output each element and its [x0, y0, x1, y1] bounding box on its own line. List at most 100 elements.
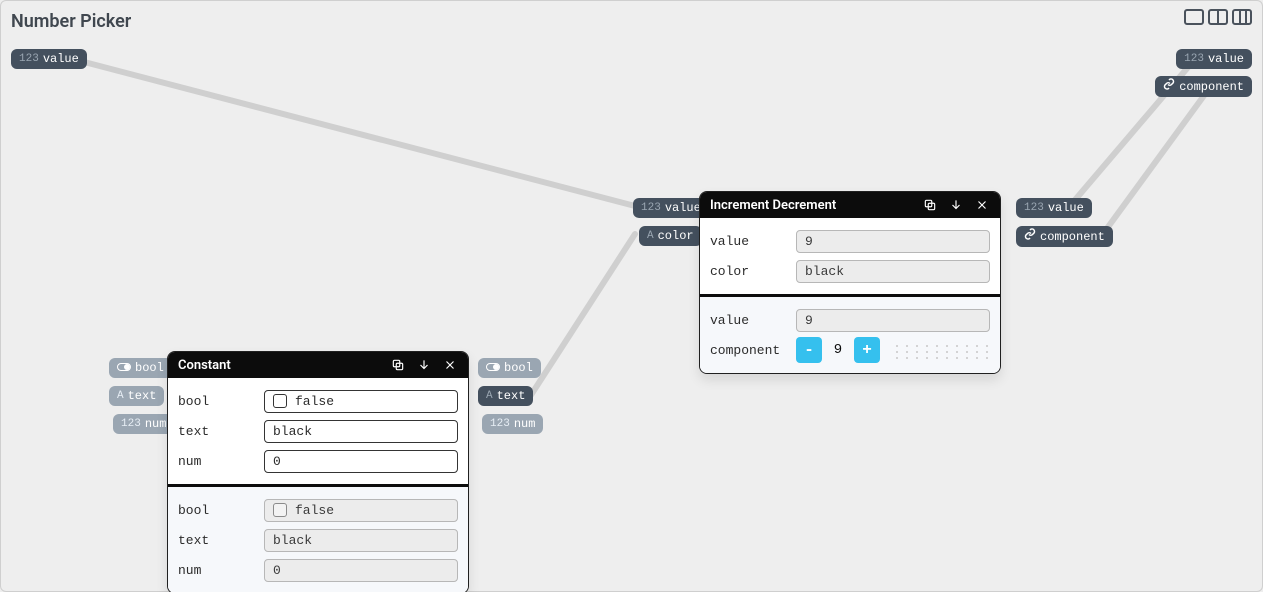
port-in-value-top-right[interactable]: 123 value [1176, 49, 1252, 69]
node-title: Increment Decrement [710, 198, 914, 213]
text-output [264, 529, 458, 552]
color-field [796, 260, 990, 283]
row-label: value [710, 313, 786, 328]
page-title: Number Picker [11, 11, 131, 32]
port-label: bool [504, 360, 533, 376]
type-number-icon: 123 [1184, 51, 1204, 67]
port-out-text-constant[interactable]: A text [478, 386, 533, 406]
node-constant[interactable]: Constant bool false text [167, 351, 469, 592]
link-icon [1024, 228, 1036, 245]
row-label: num [178, 563, 254, 578]
port-out-value-top-left[interactable]: 123 value [11, 49, 87, 69]
layout-triple-icon[interactable] [1232, 9, 1252, 25]
node-increment-decrement[interactable]: Increment Decrement value color value [699, 191, 1001, 374]
node-inputs: value color [700, 218, 1000, 297]
bool-output-value: false [295, 503, 334, 518]
input-row-value: value [710, 228, 990, 254]
arrow-down-icon[interactable] [948, 197, 964, 213]
row-label: text [178, 533, 254, 548]
bool-output: false [264, 499, 458, 522]
port-out-bool-constant[interactable]: bool [478, 358, 541, 378]
row-label: component [710, 343, 786, 358]
copy-icon[interactable] [922, 197, 938, 213]
port-in-num-constant[interactable]: 123 num [113, 414, 174, 434]
input-row-color: color [710, 258, 990, 284]
layout-toggles [1184, 9, 1252, 25]
drag-dots-icon[interactable] [888, 341, 990, 359]
node-outputs: bool false text num [168, 487, 468, 592]
component-display-value: 9 [830, 342, 846, 358]
row-label: color [710, 264, 786, 279]
port-label: color [658, 228, 694, 244]
port-label: component [1040, 229, 1105, 245]
output-row-num: num [178, 557, 458, 583]
node-title-actions [390, 357, 458, 373]
checkbox-icon [273, 503, 287, 517]
input-row-bool: bool false [178, 388, 458, 414]
decrement-button[interactable]: - [796, 337, 822, 363]
bool-value: false [295, 394, 334, 409]
num-field[interactable] [264, 450, 458, 473]
value-output [796, 309, 990, 332]
port-in-component-top-right[interactable]: component [1155, 76, 1252, 97]
node-title: Constant [178, 358, 382, 373]
port-out-num-constant[interactable]: 123 num [482, 414, 543, 434]
input-row-num: num [178, 448, 458, 474]
row-label: value [710, 234, 786, 249]
close-icon[interactable] [442, 357, 458, 373]
text-field[interactable] [264, 420, 458, 443]
canvas[interactable]: Number Picker 123 value 123 value compon… [0, 0, 1263, 592]
arrow-down-icon[interactable] [416, 357, 432, 373]
port-in-color-id[interactable]: A color [639, 226, 702, 246]
port-label: text [497, 388, 526, 404]
port-label: num [145, 416, 167, 432]
layout-single-icon[interactable] [1184, 9, 1204, 25]
type-text-icon: A [117, 388, 124, 404]
port-in-value-id[interactable]: 123 value [633, 198, 709, 218]
type-number-icon: 123 [19, 51, 39, 67]
port-label: bool [135, 360, 164, 376]
toggle-icon [486, 360, 500, 376]
port-label: value [43, 51, 79, 67]
increment-button[interactable]: + [854, 337, 880, 363]
port-label: component [1179, 79, 1244, 95]
output-row-value: value [710, 307, 990, 333]
node-inputs: bool false text num [168, 378, 468, 487]
row-label: bool [178, 503, 254, 518]
port-label: value [665, 200, 701, 216]
port-out-component-id[interactable]: component [1016, 226, 1113, 247]
component-output: - 9 + [796, 337, 990, 363]
copy-icon[interactable] [390, 357, 406, 373]
output-row-text: text [178, 527, 458, 553]
type-number-icon: 123 [121, 416, 141, 432]
type-number-icon: 123 [1024, 200, 1044, 216]
type-number-icon: 123 [641, 200, 661, 216]
row-label: num [178, 454, 254, 469]
port-label: num [514, 416, 536, 432]
node-title-actions [922, 197, 990, 213]
input-row-text: text [178, 418, 458, 444]
type-text-icon: A [647, 228, 654, 244]
type-text-icon: A [486, 388, 493, 404]
node-titlebar[interactable]: Constant [168, 352, 468, 378]
output-row-component: component - 9 + [710, 337, 990, 363]
node-outputs: value component - 9 + [700, 297, 1000, 373]
port-in-text-constant[interactable]: A text [109, 386, 164, 406]
node-titlebar[interactable]: Increment Decrement [700, 192, 1000, 218]
row-label: text [178, 424, 254, 439]
value-field [796, 230, 990, 253]
close-icon[interactable] [974, 197, 990, 213]
port-out-value-id[interactable]: 123 value [1016, 198, 1092, 218]
toggle-icon [117, 360, 131, 376]
type-number-icon: 123 [490, 416, 510, 432]
port-label: value [1208, 51, 1244, 67]
num-output [264, 559, 458, 582]
checkbox-icon[interactable] [273, 394, 287, 408]
output-row-bool: bool false [178, 497, 458, 523]
layout-split-icon[interactable] [1208, 9, 1228, 25]
port-in-bool-constant[interactable]: bool [109, 358, 172, 378]
bool-field[interactable]: false [264, 390, 458, 413]
port-label: value [1048, 200, 1084, 216]
port-label: text [128, 388, 157, 404]
link-icon [1163, 78, 1175, 95]
